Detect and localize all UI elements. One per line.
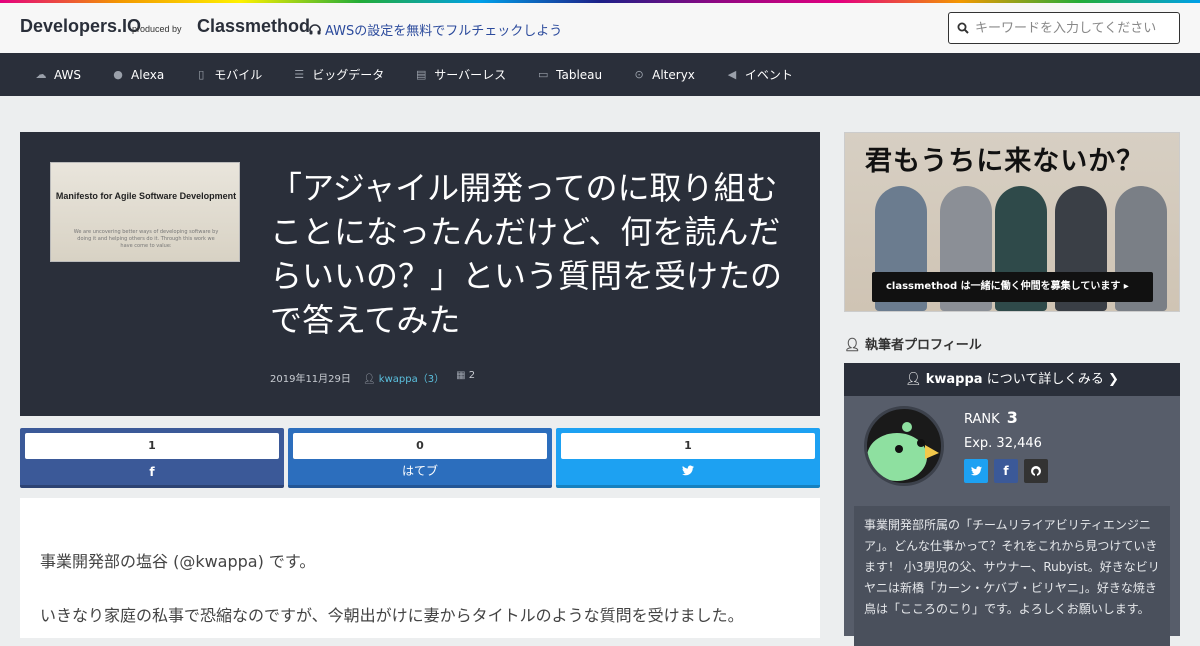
profile-bio: 事業開発部所属の「チームリライアビリティエンジニア」。どんな仕事かって？それをこ… <box>854 506 1170 646</box>
company-logo[interactable]: Classmethod <box>197 16 310 37</box>
hatena-label: はてブ <box>401 464 438 478</box>
nav-item-tableau[interactable]: ▭ Tableau <box>536 68 602 82</box>
views-count: 2 <box>468 370 476 381</box>
github-icon <box>1031 466 1041 477</box>
headset-icon <box>309 23 321 34</box>
profile-card: RANK 3 Exp. 32,446 f 事業開発部所属の「チームリライアビリテ… <box>844 396 1180 646</box>
profile-link[interactable]: 👤︎ kwappa について詳しくみる ❯ <box>844 363 1180 396</box>
twitter-profile-button[interactable] <box>964 459 988 483</box>
nav-item-mobile[interactable]: ▯ モバイル <box>194 66 262 83</box>
mobile-icon: ▯ <box>198 68 205 81</box>
article-body: 事業開発部の塩谷 (@kwappa) です。 いきなり家庭の私事で恐縮なのですが… <box>20 498 820 638</box>
banner-title: 君もうちに来ないか？ <box>865 146 1145 177</box>
user-icon: 👤︎ <box>844 338 861 353</box>
article-paragraph: 事業開発部の塩谷 (@kwappa) です。 <box>40 552 316 571</box>
hatena-share-button[interactable]: 0 はてブ <box>288 428 552 488</box>
thumbnail-body: We are uncovering better ways of develop… <box>73 229 219 249</box>
article-thumbnail: Manifesto for Agile Software Development… <box>50 162 240 262</box>
profile-section-title: 👤︎ 執筆者プロフィール <box>844 334 982 353</box>
search-box <box>948 12 1180 44</box>
user-icon: 👤︎ <box>905 372 922 387</box>
nav-item-label: ビッグデータ <box>312 68 385 82</box>
promo-text: AWSの設定を無料でフルチェックしよう <box>325 24 563 39</box>
nav-item-bigdata[interactable]: ☰ ビッグデータ <box>292 66 384 83</box>
facebook-icon: f <box>149 465 155 479</box>
site-header: Developers.IO produced by Classmethod AW… <box>0 3 1200 53</box>
twitter-count: 1 <box>561 433 815 459</box>
recruit-banner[interactable]: 君もうちに来ないか？ classmethod は一緒に働く仲間を募集しています … <box>844 132 1180 312</box>
article-meta: 2019年11月29日 👤︎ kwappa（3） ▦ 2 <box>270 370 475 385</box>
thumbnail-title: Manifesto for Agile Software Development <box>55 191 237 201</box>
produced-by-label: produced by <box>132 24 182 34</box>
article-paragraph: いきなり家庭の私事で恐縮なのですが、今朝出がけに妻からタイトルのような質問を受け… <box>40 606 744 625</box>
nav-item-label: イベント <box>744 68 793 82</box>
twitter-share-button[interactable]: 1 <box>556 428 820 488</box>
facebook-icon: f <box>1003 464 1009 478</box>
profile-section-label: 執筆者プロフィール <box>865 338 982 353</box>
banner-caption: classmethod は一緒に働く仲間を募集しています ▸ <box>872 272 1153 302</box>
promo-link[interactable]: AWSの設定を無料でフルチェックしよう <box>309 20 562 39</box>
nav-item-label: サーバーレス <box>434 68 507 82</box>
article-date: 2019年11月29日 <box>270 374 351 385</box>
server-icon: ▤ <box>416 68 427 81</box>
list-icon: ☰ <box>294 68 305 81</box>
category-nav: ☁ AWS ● Alexa ▯ モバイル ☰ ビッグデータ ▤ サーバーレス ▭… <box>0 53 1200 96</box>
chart-icon: ▦ <box>456 370 466 381</box>
nav-item-alexa[interactable]: ● Alexa <box>111 68 164 82</box>
nav-item-label: Alteryx <box>652 67 695 82</box>
user-icon: 👤︎ <box>362 374 376 385</box>
article-hero: Manifesto for Agile Software Development… <box>20 132 820 416</box>
avatar[interactable] <box>864 406 944 486</box>
nav-item-label: モバイル <box>214 68 263 82</box>
volume-icon: ◀ <box>727 68 737 81</box>
chevron-right-icon: ❯ <box>1107 372 1119 387</box>
rank-value: 3 <box>1006 408 1018 427</box>
nav-item-event[interactable]: ◀ イベント <box>725 66 793 83</box>
nav-item-alteryx[interactable]: ⊙ Alteryx <box>632 68 695 82</box>
cloud-icon: ☁ <box>35 68 47 81</box>
rank: RANK 3 <box>964 408 1018 427</box>
facebook-share-button[interactable]: 1 f <box>20 428 284 488</box>
author-link[interactable]: kwappa（3） <box>379 374 444 385</box>
nav-item-serverless[interactable]: ▤ サーバーレス <box>414 66 506 83</box>
microphone-icon: ● <box>113 68 123 81</box>
github-profile-button[interactable] <box>1024 459 1048 483</box>
nav-item-label: AWS <box>54 67 82 82</box>
twitter-icon <box>970 466 982 476</box>
experience-points: Exp. 32,446 <box>964 436 1042 451</box>
nav-item-label: Alexa <box>131 67 165 82</box>
site-logo[interactable]: Developers.IO <box>20 16 141 37</box>
article-title: 「アジャイル開発ってのに取り組むことになったんだけど、何を読んだらいいの？」とい… <box>270 169 783 339</box>
article-author[interactable]: 👤︎ kwappa（3） <box>363 370 444 385</box>
search-input[interactable] <box>975 20 1165 36</box>
facebook-profile-button[interactable]: f <box>994 459 1018 483</box>
rank-label: RANK <box>964 412 1000 427</box>
facebook-count: 1 <box>25 433 279 459</box>
profile-link-text: について詳しくみる <box>986 372 1104 387</box>
profile-name: kwappa <box>925 372 983 387</box>
article-views: ▦ 2 <box>456 370 475 385</box>
circle-arrow-icon: ⊙ <box>634 68 644 81</box>
desktop-icon: ▭ <box>537 68 549 81</box>
search-icon <box>957 22 969 34</box>
nav-item-aws[interactable]: ☁ AWS <box>34 67 82 82</box>
hatena-count: 0 <box>293 433 547 459</box>
nav-item-label: Tableau <box>556 67 603 82</box>
twitter-icon <box>556 465 820 479</box>
